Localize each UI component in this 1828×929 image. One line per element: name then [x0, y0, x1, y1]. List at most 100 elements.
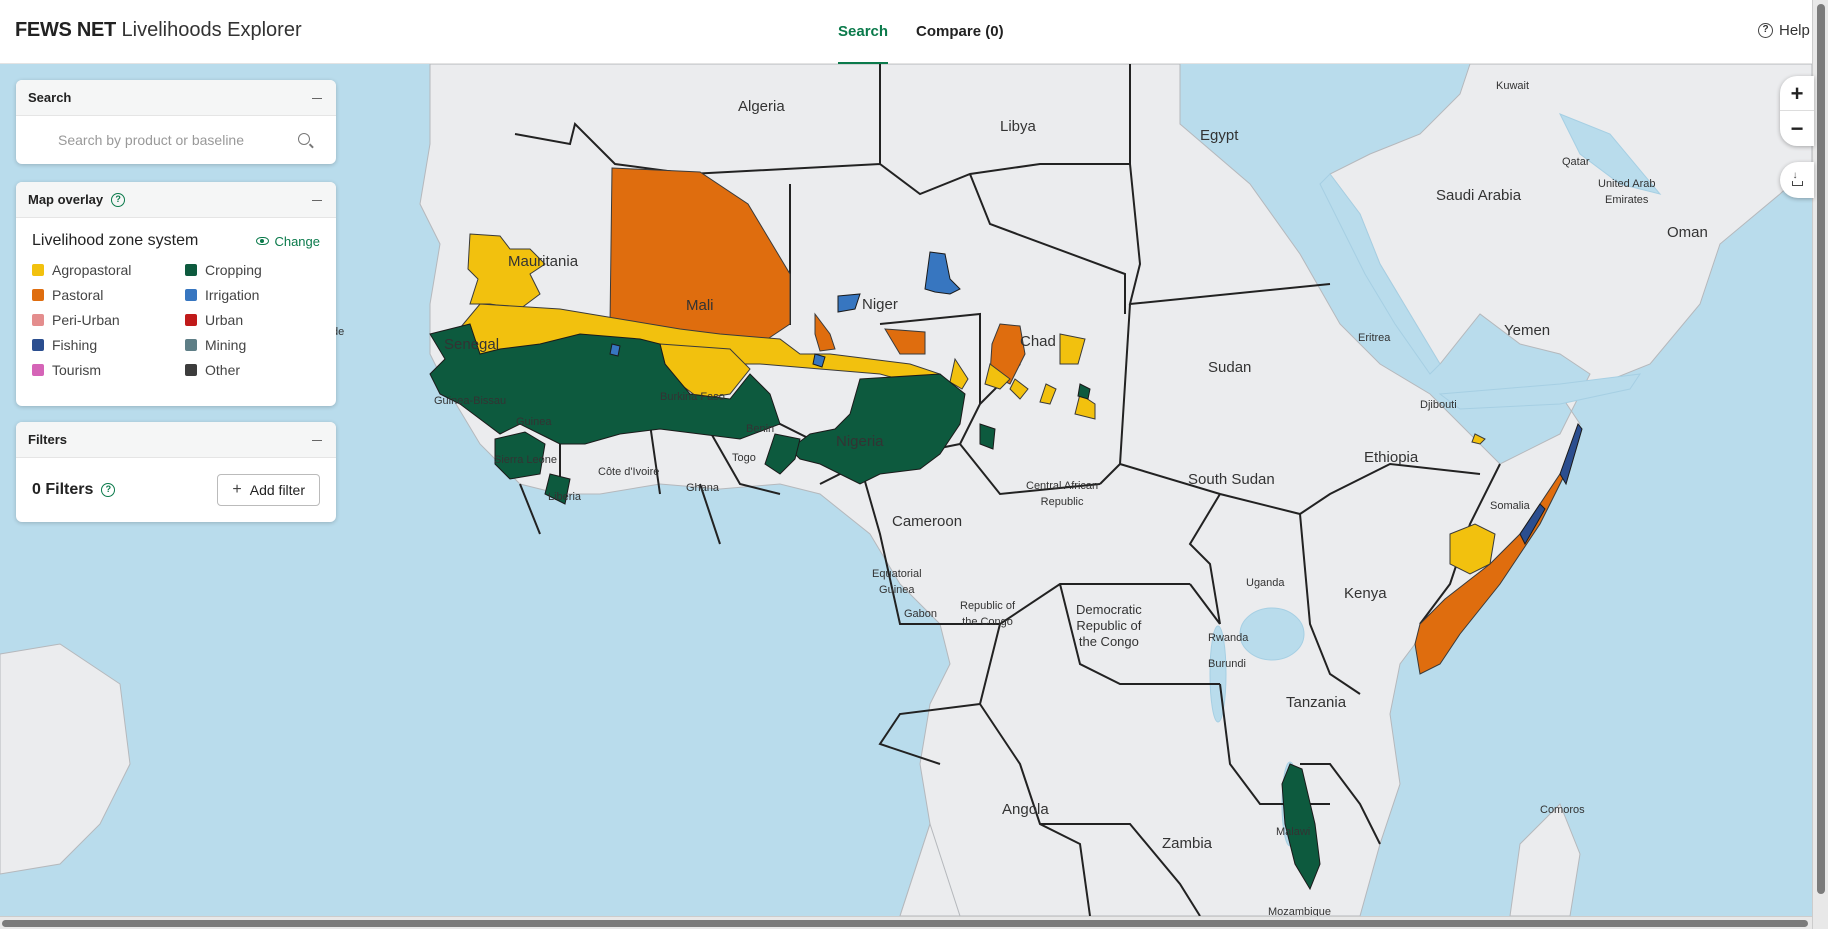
- legend-item: Agropastoral: [32, 262, 185, 278]
- legend: Agropastoral Cropping Pastoral Irrigatio…: [32, 262, 320, 378]
- label-somalia: Somalia: [1490, 500, 1530, 512]
- zone-somalia-agropastoral-2: [1471, 433, 1486, 445]
- legend-item: Peri-Urban: [32, 312, 185, 328]
- eye-icon: [256, 237, 270, 245]
- search-panel-title: Search: [28, 90, 72, 105]
- label-algeria: Algeria: [738, 98, 785, 115]
- overlay-title-text: Map overlay: [28, 192, 104, 207]
- label-ethiopia: Ethiopia: [1364, 449, 1419, 466]
- map-overlay-panel: Map overlay ? Livelihood zone system Cha…: [16, 182, 336, 406]
- collapse-overlay-icon[interactable]: [310, 193, 324, 207]
- label-niger: Niger: [862, 296, 898, 313]
- label-saudi: Saudi Arabia: [1436, 187, 1522, 204]
- legend-label: Tourism: [52, 362, 102, 378]
- help-circle-icon[interactable]: ?: [111, 192, 126, 207]
- download-button[interactable]: [1780, 162, 1814, 198]
- label-uganda: Uganda: [1246, 577, 1285, 589]
- zoom-out-button[interactable]: −: [1780, 111, 1814, 146]
- label-south-sudan: South Sudan: [1188, 471, 1275, 488]
- filters-body: 0 Filters ? + Add filter: [16, 458, 336, 522]
- legend-label: Agropastoral: [52, 262, 132, 278]
- label-rwanda: Rwanda: [1208, 632, 1249, 644]
- label-cameroon: Cameroon: [892, 513, 963, 530]
- label-nigeria: Nigeria: [836, 433, 884, 450]
- collapse-search-icon[interactable]: [310, 91, 324, 105]
- legend-item: Urban: [185, 312, 335, 328]
- label-cote: Côte d'Ivoire: [598, 466, 660, 478]
- horizontal-scrollbar[interactable]: [0, 916, 1812, 929]
- horizontal-scroll-thumb[interactable]: [2, 920, 1808, 927]
- label-angola: Angola: [1002, 801, 1049, 818]
- label-qatar: Qatar: [1562, 156, 1590, 168]
- label-egypt: Egypt: [1200, 127, 1239, 144]
- vertical-scrollbar[interactable]: [1812, 0, 1828, 929]
- zone-cam-cropping: [979, 423, 996, 450]
- legend-swatch: [32, 314, 44, 326]
- label-drc: Democratic Republic of the Congo: [1076, 602, 1142, 649]
- tab-compare[interactable]: Compare (0): [916, 0, 1004, 64]
- label-tanzania: Tanzania: [1286, 694, 1347, 711]
- change-zone-button[interactable]: Change: [256, 234, 320, 249]
- zone-system-title: Livelihood zone system: [32, 232, 199, 249]
- search-panel: Search: [16, 80, 336, 164]
- legend-swatch: [185, 339, 197, 351]
- label-benin: Benin: [746, 423, 775, 435]
- legend-item: Mining: [185, 337, 335, 353]
- legend-swatch: [185, 364, 197, 376]
- search-input[interactable]: [32, 120, 320, 160]
- label-kuwait: Kuwait: [1496, 80, 1530, 92]
- add-filter-label: Add filter: [249, 482, 305, 498]
- label-eq-guinea: Equatorial Guinea: [872, 568, 922, 596]
- main-nav: Search Compare (0): [838, 0, 1004, 64]
- label-mauritania: Mauritania: [508, 253, 579, 270]
- legend-swatch: [32, 339, 44, 351]
- collapse-filters-icon[interactable]: [310, 433, 324, 447]
- label-burkina: Burkina Faso: [660, 391, 725, 403]
- label-mali: Mali: [686, 297, 714, 314]
- zoom-controls: + −: [1780, 76, 1814, 146]
- legend-label: Fishing: [52, 337, 98, 353]
- label-sierra-leone: Sierra Leone: [494, 454, 557, 466]
- label-chad: Chad: [1020, 333, 1056, 350]
- label-sudan: Sudan: [1208, 359, 1252, 376]
- brand-subtitle: Livelihoods Explorer: [121, 19, 302, 41]
- legend-swatch: [32, 364, 44, 376]
- overlay-panel-header: Map overlay ?: [16, 182, 336, 218]
- label-uae: United Arab Emirates: [1598, 178, 1656, 206]
- legend-label: Pastoral: [52, 287, 104, 303]
- legend-item: Fishing: [32, 337, 185, 353]
- legend-item: Irrigation: [185, 287, 335, 303]
- app-brand[interactable]: FEWS NET Livelihoods Explorer: [15, 19, 302, 42]
- app-root: FEWS NET Livelihoods Explorer Search Com…: [0, 0, 1828, 929]
- legend-item: Pastoral: [32, 287, 185, 303]
- help-icon: ?: [1758, 23, 1773, 38]
- label-guinea-bissau: Guinea-Bissau: [434, 395, 507, 407]
- legend-label: Urban: [205, 312, 244, 328]
- help-label: Help: [1779, 22, 1810, 39]
- search-box: [32, 120, 320, 160]
- label-comoros: Comoros: [1540, 804, 1585, 816]
- top-bar: FEWS NET Livelihoods Explorer Search Com…: [0, 0, 1812, 64]
- lake-victoria: [1239, 607, 1305, 661]
- label-liberia: Liberia: [548, 491, 582, 503]
- zoom-in-button[interactable]: +: [1780, 76, 1814, 111]
- label-senegal: Senegal: [444, 336, 500, 353]
- add-filter-button[interactable]: + Add filter: [217, 474, 320, 506]
- vertical-scroll-thumb[interactable]: [1817, 4, 1825, 894]
- label-ghana: Ghana: [686, 482, 720, 494]
- help-circle-icon[interactable]: ?: [101, 483, 116, 497]
- label-congo: Republic of the Congo: [960, 600, 1016, 628]
- brand-bold: FEWS NET: [15, 19, 116, 41]
- gulf-aden: [1438, 373, 1642, 410]
- filters-panel-title: Filters: [28, 432, 68, 447]
- label-gabon: Gabon: [904, 608, 938, 620]
- legend-label: Other: [205, 362, 241, 378]
- tab-search[interactable]: Search: [838, 0, 889, 64]
- land-west-bottom: [0, 643, 131, 875]
- search-panel-header: Search: [16, 80, 336, 116]
- help-link[interactable]: ? Help: [1758, 22, 1810, 39]
- search-icon[interactable]: [298, 133, 310, 145]
- filter-count: 0 Filters ?: [32, 481, 116, 499]
- label-togo: Togo: [732, 452, 756, 464]
- legend-label: Mining: [205, 337, 247, 353]
